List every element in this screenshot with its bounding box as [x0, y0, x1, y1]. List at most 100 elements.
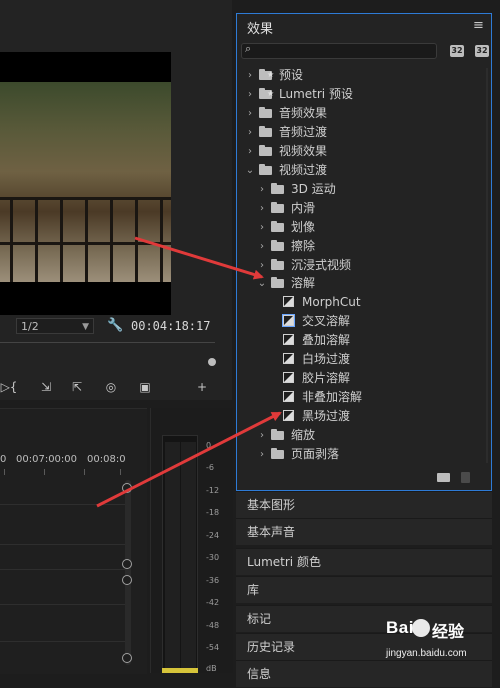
add-button[interactable]: +: [193, 379, 211, 395]
chevron-right-icon[interactable]: ›: [245, 66, 255, 85]
chevron-right-icon[interactable]: ›: [257, 445, 267, 464]
meter-db-label: -24: [206, 531, 220, 540]
tree-scrollbar[interactable]: [486, 68, 488, 463]
timecode-display[interactable]: 00:04:18:17: [131, 319, 210, 333]
tree-item-label: 叠加溶解: [302, 333, 351, 348]
panel-title[interactable]: 效果: [247, 18, 273, 37]
folder-icon: [271, 258, 284, 270]
folder-item[interactable]: › ★ 预设: [245, 66, 485, 85]
chevron-down-icon[interactable]: ⌄: [245, 161, 255, 180]
tree-item-label: 缩放: [291, 428, 316, 443]
32bit-effects-button[interactable]: 32: [475, 45, 489, 57]
timeline-time-label: 0: [0, 454, 7, 465]
folder-item[interactable]: › 缩放: [257, 426, 485, 445]
star-icon: ★: [267, 70, 275, 79]
folder-icon: [271, 182, 284, 194]
folder-item[interactable]: › 音频效果: [245, 104, 485, 123]
folder-icon: [259, 144, 272, 156]
effect-item[interactable]: 胶片溶解: [269, 369, 485, 388]
folder-icon: ★: [259, 87, 274, 99]
meter-channel-left: [165, 442, 180, 668]
panel-essential-graphics[interactable]: 基本图形: [236, 491, 492, 518]
wrench-settings-icon[interactable]: 🔧: [107, 318, 123, 333]
tree-item-label: 音频过渡: [279, 124, 328, 139]
chevron-right-icon[interactable]: ›: [257, 426, 267, 445]
resolution-value: 1/2: [21, 320, 39, 333]
watermark-url: jingyan.baidu.com: [386, 648, 467, 659]
chevron-right-icon[interactable]: ›: [245, 142, 255, 161]
folder-item[interactable]: › ★ Lumetri 预设: [245, 85, 485, 104]
video-preview[interactable]: [0, 52, 171, 315]
tree-item-label: MorphCut: [302, 295, 361, 310]
search-icon: ⌕: [245, 42, 252, 55]
effect-item[interactable]: 交叉溶解: [269, 312, 485, 331]
panel-essential-sound[interactable]: 基本声音: [236, 518, 492, 545]
chevron-right-icon[interactable]: ›: [257, 256, 267, 275]
tree-item-label: 交叉溶解: [302, 314, 351, 329]
folder-item[interactable]: › 划像: [257, 218, 485, 237]
tree-item-label: 视频效果: [279, 143, 328, 158]
effect-item[interactable]: 非叠加溶解: [269, 388, 485, 407]
scroll-handle[interactable]: [122, 559, 132, 569]
transition-icon: [283, 296, 294, 308]
folder-item[interactable]: ⌄ 溶解: [257, 274, 485, 293]
folder-item[interactable]: › 页面剥落: [257, 445, 485, 464]
trash-icon[interactable]: [461, 472, 470, 483]
chevron-right-icon[interactable]: ›: [257, 218, 267, 237]
folder-icon: [271, 429, 284, 441]
effect-item[interactable]: 黑场过渡: [269, 407, 485, 426]
compare-view-button[interactable]: ▣: [136, 379, 154, 395]
chevron-right-icon[interactable]: ›: [257, 199, 267, 218]
folder-item[interactable]: › 3D 运动: [257, 180, 485, 199]
folder-item[interactable]: › 音频过渡: [245, 123, 485, 142]
scrub-ruler[interactable]: [0, 342, 215, 355]
folder-item[interactable]: › 视频效果: [245, 142, 485, 161]
playhead-marker[interactable]: [208, 358, 216, 366]
timeline-vertical-scrollbar[interactable]: [125, 480, 131, 665]
scroll-handle[interactable]: [122, 653, 132, 663]
overwrite-button[interactable]: ⇱: [68, 379, 86, 395]
meter-db-label: -18: [206, 508, 220, 517]
folder-item[interactable]: › 沉浸式视频: [257, 256, 485, 275]
hamburger-menu-icon[interactable]: ≡: [473, 18, 484, 33]
playback-resolution-select[interactable]: 1/2 ▼: [16, 318, 94, 334]
insert-button[interactable]: ⇲: [37, 379, 55, 395]
video-frame-image: [0, 82, 171, 282]
effect-item[interactable]: 叠加溶解: [269, 331, 485, 350]
chevron-right-icon[interactable]: ›: [257, 237, 267, 256]
chevron-right-icon[interactable]: ›: [257, 180, 267, 199]
tree-item-label: 预设: [279, 68, 304, 82]
accelerated-effects-button[interactable]: 32: [450, 45, 464, 57]
tree-item-label: 3D 运动: [291, 181, 336, 196]
effect-item[interactable]: 白场过渡: [269, 350, 485, 369]
chevron-right-icon[interactable]: ›: [245, 123, 255, 142]
tree-item-label: 页面剥落: [291, 447, 340, 461]
tree-item-label: 黑场过渡: [302, 409, 351, 424]
transition-icon: [283, 391, 294, 403]
folder-icon: [271, 220, 284, 232]
tree-item-label: 胶片溶解: [302, 371, 351, 386]
meter-db-label: -36: [206, 576, 220, 585]
transition-icon: [282, 314, 295, 328]
tree-item-label: 非叠加溶解: [302, 390, 363, 405]
folder-item[interactable]: ⌄ 视频过渡: [245, 161, 485, 180]
chevron-down-icon[interactable]: ⌄: [257, 274, 267, 293]
scroll-handle[interactable]: [122, 575, 132, 585]
effect-item[interactable]: MorphCut: [269, 293, 485, 312]
tree-item-label: 沉浸式视频: [291, 257, 352, 272]
mark-out-button[interactable]: ▷{: [0, 379, 18, 395]
chevron-right-icon[interactable]: ›: [245, 85, 255, 104]
folder-item[interactable]: › 擦除: [257, 237, 485, 256]
transition-icon: [283, 334, 294, 346]
new-bin-icon[interactable]: [437, 473, 450, 482]
tree-item-label: 音频效果: [279, 105, 328, 120]
effects-search-input[interactable]: [241, 43, 437, 59]
chevron-right-icon[interactable]: ›: [245, 104, 255, 123]
watermark-suffix: 经验: [432, 622, 465, 641]
tree-item-label: 擦除: [291, 238, 316, 253]
panel-libraries[interactable]: 库: [236, 576, 492, 603]
scroll-handle[interactable]: [122, 483, 132, 493]
panel-lumetri-color[interactable]: Lumetri 颜色: [236, 548, 492, 575]
export-frame-button[interactable]: ◎: [102, 379, 120, 395]
folder-item[interactable]: › 内滑: [257, 199, 485, 218]
